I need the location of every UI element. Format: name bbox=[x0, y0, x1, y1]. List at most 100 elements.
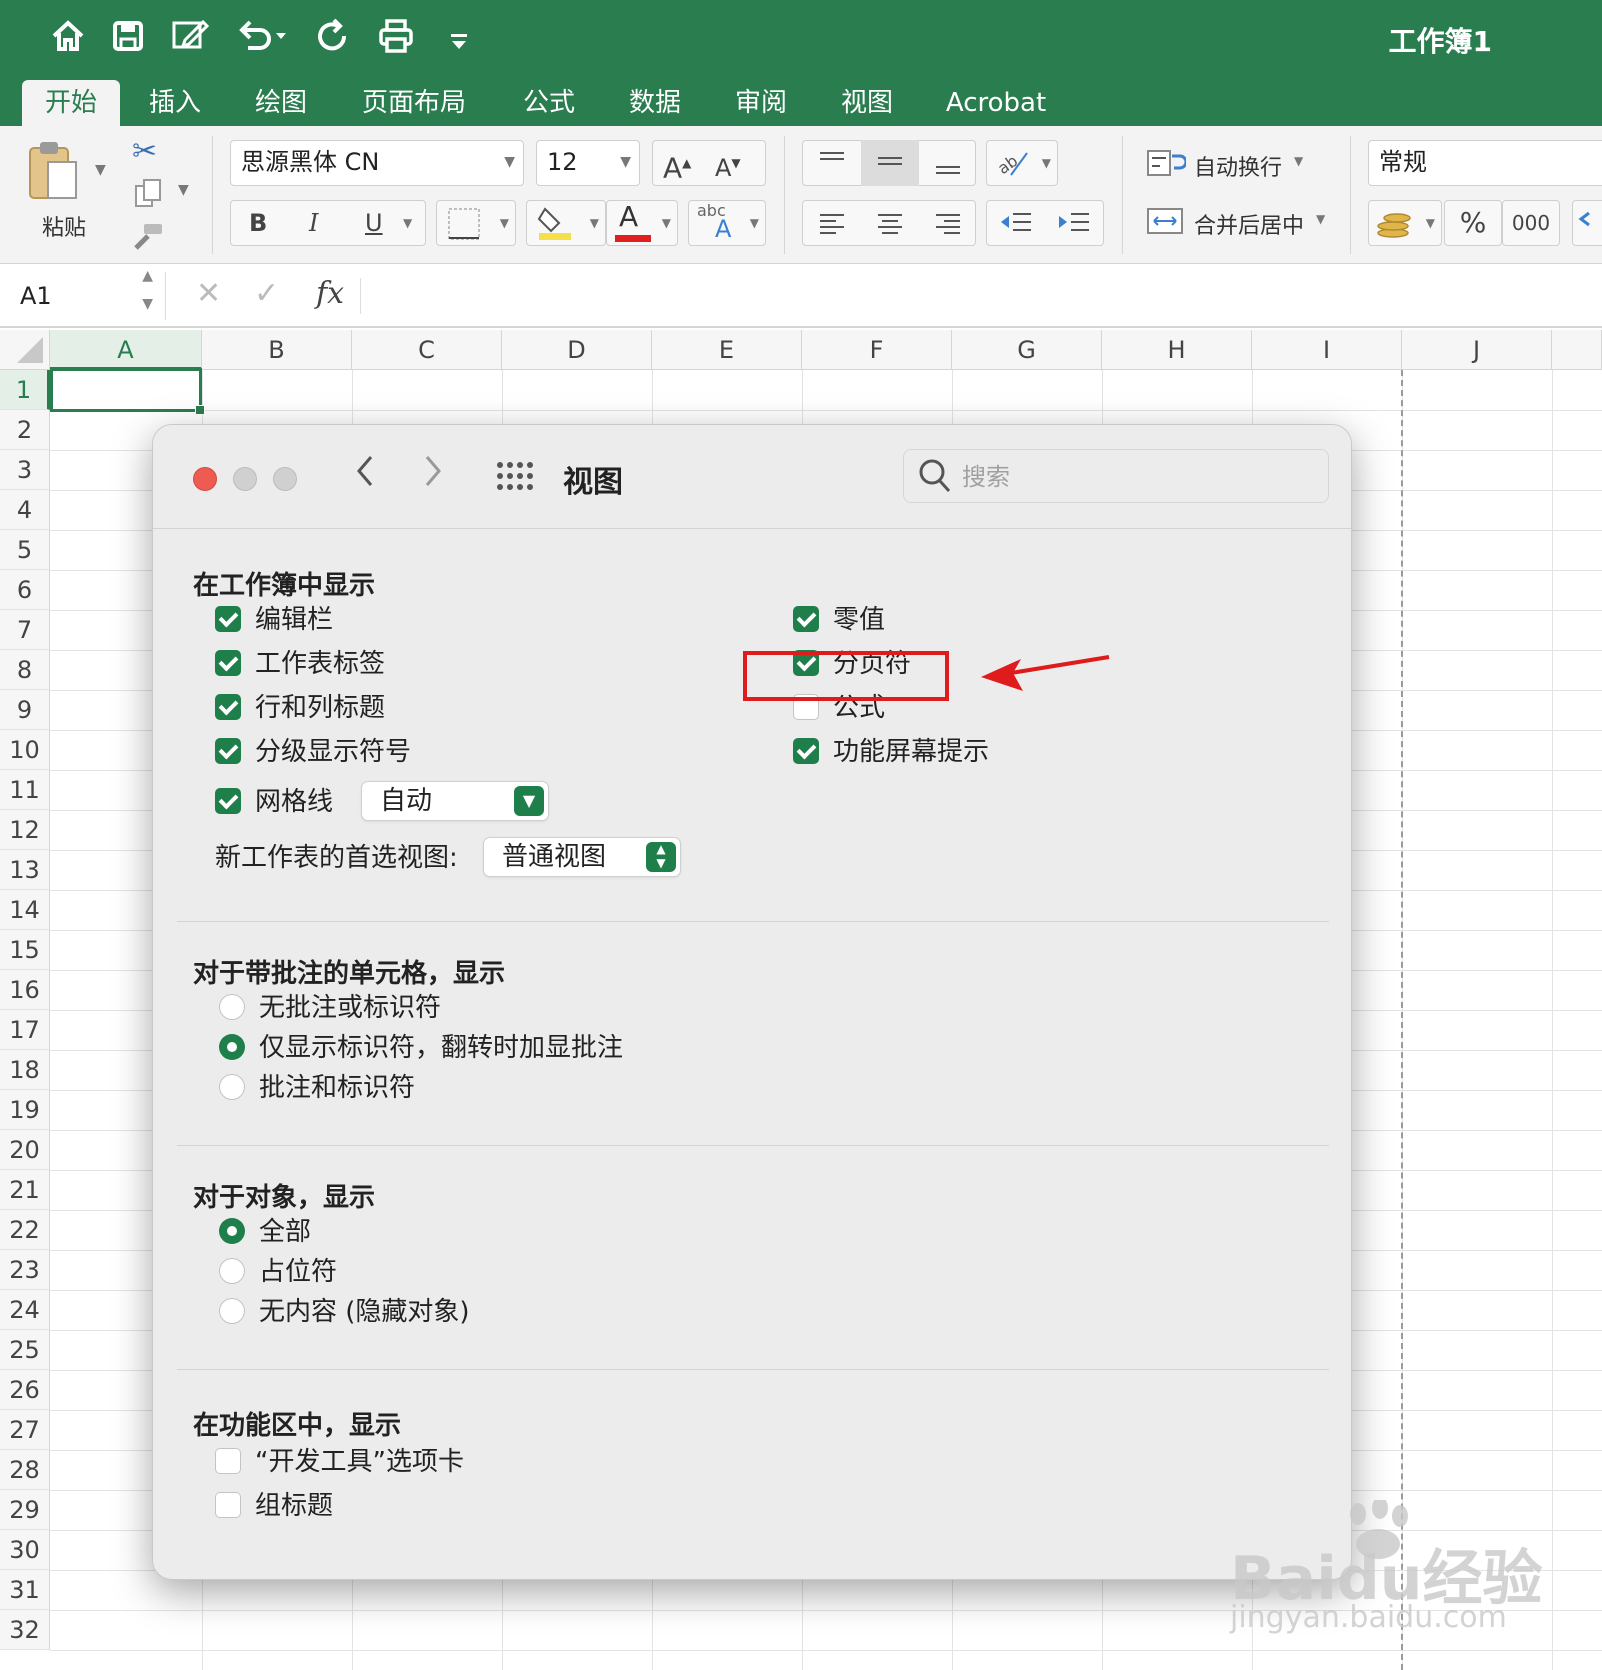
row-header[interactable]: 7 bbox=[0, 610, 50, 650]
underline-dropdown-icon[interactable]: ▼ bbox=[403, 201, 412, 245]
row-header[interactable]: 6 bbox=[0, 570, 50, 610]
percent-button[interactable]: % bbox=[1444, 200, 1502, 246]
print-icon[interactable] bbox=[374, 18, 418, 64]
close-window-button[interactable] bbox=[193, 467, 217, 491]
row-header[interactable]: 25 bbox=[0, 1330, 50, 1370]
cancel-formula-icon[interactable]: ✕ bbox=[196, 276, 221, 311]
checkbox-gridlines[interactable]: 网格线 bbox=[215, 787, 333, 821]
row-header[interactable]: 2 bbox=[0, 410, 50, 450]
decrease-indent-button[interactable] bbox=[987, 201, 1045, 245]
column-header-b[interactable]: B bbox=[202, 330, 352, 370]
paste-icon[interactable] bbox=[28, 140, 78, 206]
radio-no-comments[interactable]: 无批注或标识符 bbox=[219, 993, 441, 1027]
font-size-select[interactable]: 12 ▼ bbox=[536, 140, 640, 186]
row-header[interactable]: 24 bbox=[0, 1290, 50, 1330]
customize-icon[interactable] bbox=[444, 18, 474, 64]
tab-page-layout[interactable]: 页面布局 bbox=[356, 80, 472, 126]
row-header[interactable]: 32 bbox=[0, 1610, 50, 1650]
row-header[interactable]: 22 bbox=[0, 1210, 50, 1250]
align-center-button[interactable] bbox=[861, 201, 919, 245]
back-button[interactable] bbox=[353, 449, 377, 500]
confirm-formula-icon[interactable]: ✓ bbox=[254, 276, 279, 311]
stepper-up-icon[interactable]: ▲ bbox=[142, 266, 153, 286]
row-header[interactable]: 15 bbox=[0, 930, 50, 970]
redo-icon[interactable] bbox=[310, 18, 354, 64]
formula-input[interactable] bbox=[372, 274, 1592, 318]
checkbox-screentips[interactable]: 功能屏幕提示 bbox=[793, 737, 989, 771]
row-header[interactable]: 12 bbox=[0, 810, 50, 850]
column-header-c[interactable]: C bbox=[352, 330, 502, 370]
row-header[interactable]: 11 bbox=[0, 770, 50, 810]
home-icon[interactable] bbox=[48, 18, 88, 64]
borders-button[interactable]: ▼ bbox=[436, 200, 516, 246]
undo-icon[interactable] bbox=[232, 18, 292, 64]
row-header[interactable]: 28 bbox=[0, 1450, 50, 1490]
column-header-j[interactable]: J bbox=[1402, 330, 1552, 370]
column-header-a[interactable]: A bbox=[50, 330, 202, 370]
column-header-g[interactable]: G bbox=[952, 330, 1102, 370]
show-all-button[interactable] bbox=[497, 461, 533, 495]
name-box[interactable]: A1 ▲ ▼ bbox=[6, 268, 166, 320]
align-middle-button[interactable] bbox=[861, 140, 919, 186]
align-left-button[interactable] bbox=[803, 201, 861, 245]
radio-objects-placeholders[interactable]: 占位符 bbox=[219, 1257, 337, 1291]
thousands-separator-button[interactable]: 000 bbox=[1502, 200, 1560, 246]
fill-color-button[interactable]: ▼ bbox=[526, 200, 606, 246]
row-header[interactable]: 17 bbox=[0, 1010, 50, 1050]
cut-icon[interactable]: ✂ bbox=[132, 134, 157, 169]
tab-draw[interactable]: 绘图 bbox=[236, 80, 326, 126]
checkbox-developer-tab[interactable]: “开发工具”选项卡 bbox=[215, 1447, 464, 1481]
text-effects-button[interactable]: abc A ▼ bbox=[688, 200, 766, 246]
tab-formulas[interactable]: 公式 bbox=[504, 80, 594, 126]
row-header[interactable]: 4 bbox=[0, 490, 50, 530]
radio-objects-nothing[interactable]: 无内容 (隐藏对象) bbox=[219, 1297, 470, 1331]
italic-button[interactable]: I bbox=[309, 201, 318, 245]
selected-cell-a1[interactable] bbox=[50, 368, 205, 415]
accounting-format-button[interactable]: ▼ bbox=[1368, 200, 1442, 246]
copy-icon[interactable] bbox=[134, 178, 164, 212]
row-header[interactable]: 26 bbox=[0, 1370, 50, 1410]
checkbox-sheet-tabs[interactable]: 工作表标签 bbox=[215, 649, 385, 683]
font-color-button[interactable]: A ▼ bbox=[606, 200, 678, 246]
radio-objects-all[interactable]: 全部 bbox=[219, 1217, 311, 1251]
copy-dropdown-icon[interactable]: ▼ bbox=[178, 182, 189, 198]
row-header[interactable]: 9 bbox=[0, 690, 50, 730]
row-header[interactable]: 14 bbox=[0, 890, 50, 930]
search-field[interactable] bbox=[903, 449, 1329, 503]
bold-button[interactable]: B bbox=[249, 201, 267, 245]
edit-icon[interactable] bbox=[168, 18, 212, 64]
preferred-view-popup[interactable]: 普通视图 ▲ ▼ bbox=[483, 837, 681, 877]
tab-insert[interactable]: 插入 bbox=[130, 80, 220, 126]
align-top-button[interactable] bbox=[803, 141, 861, 185]
row-header[interactable]: 13 bbox=[0, 850, 50, 890]
column-header-h[interactable]: H bbox=[1102, 330, 1252, 370]
insert-function-icon[interactable]: fx bbox=[316, 276, 344, 311]
row-header[interactable]: 30 bbox=[0, 1530, 50, 1570]
underline-button[interactable]: U bbox=[365, 201, 383, 245]
checkbox-group-titles[interactable]: 组标题 bbox=[215, 1491, 333, 1525]
column-header-f[interactable]: F bbox=[802, 330, 952, 370]
row-header[interactable]: 27 bbox=[0, 1410, 50, 1450]
orientation-button[interactable]: ab ▼ bbox=[986, 140, 1058, 186]
row-header[interactable]: 23 bbox=[0, 1250, 50, 1290]
row-header[interactable]: 31 bbox=[0, 1570, 50, 1610]
minimize-window-button[interactable] bbox=[233, 467, 257, 491]
tab-view[interactable]: 视图 bbox=[822, 80, 912, 126]
row-header[interactable]: 3 bbox=[0, 450, 50, 490]
forward-button[interactable] bbox=[421, 449, 445, 500]
column-header-k[interactable] bbox=[1552, 330, 1602, 370]
row-header[interactable]: 5 bbox=[0, 530, 50, 570]
column-header-d[interactable]: D bbox=[502, 330, 652, 370]
row-header[interactable]: 8 bbox=[0, 650, 50, 690]
checkbox-formula-bar[interactable]: 编辑栏 bbox=[215, 605, 333, 639]
increase-indent-button[interactable] bbox=[1045, 201, 1103, 245]
row-header[interactable]: 20 bbox=[0, 1130, 50, 1170]
save-icon[interactable] bbox=[108, 18, 148, 64]
decimal-button[interactable] bbox=[1572, 200, 1602, 246]
radio-indicators-only[interactable]: 仅显示标识符，翻转时加显批注 bbox=[219, 1033, 623, 1067]
gridline-color-popup[interactable]: 自动 ▼ bbox=[361, 781, 549, 821]
zoom-window-button[interactable] bbox=[273, 467, 297, 491]
stepper-down-icon[interactable]: ▼ bbox=[142, 294, 153, 314]
row-header[interactable]: 21 bbox=[0, 1170, 50, 1210]
checkbox-zero-values[interactable]: 零值 bbox=[793, 605, 885, 639]
